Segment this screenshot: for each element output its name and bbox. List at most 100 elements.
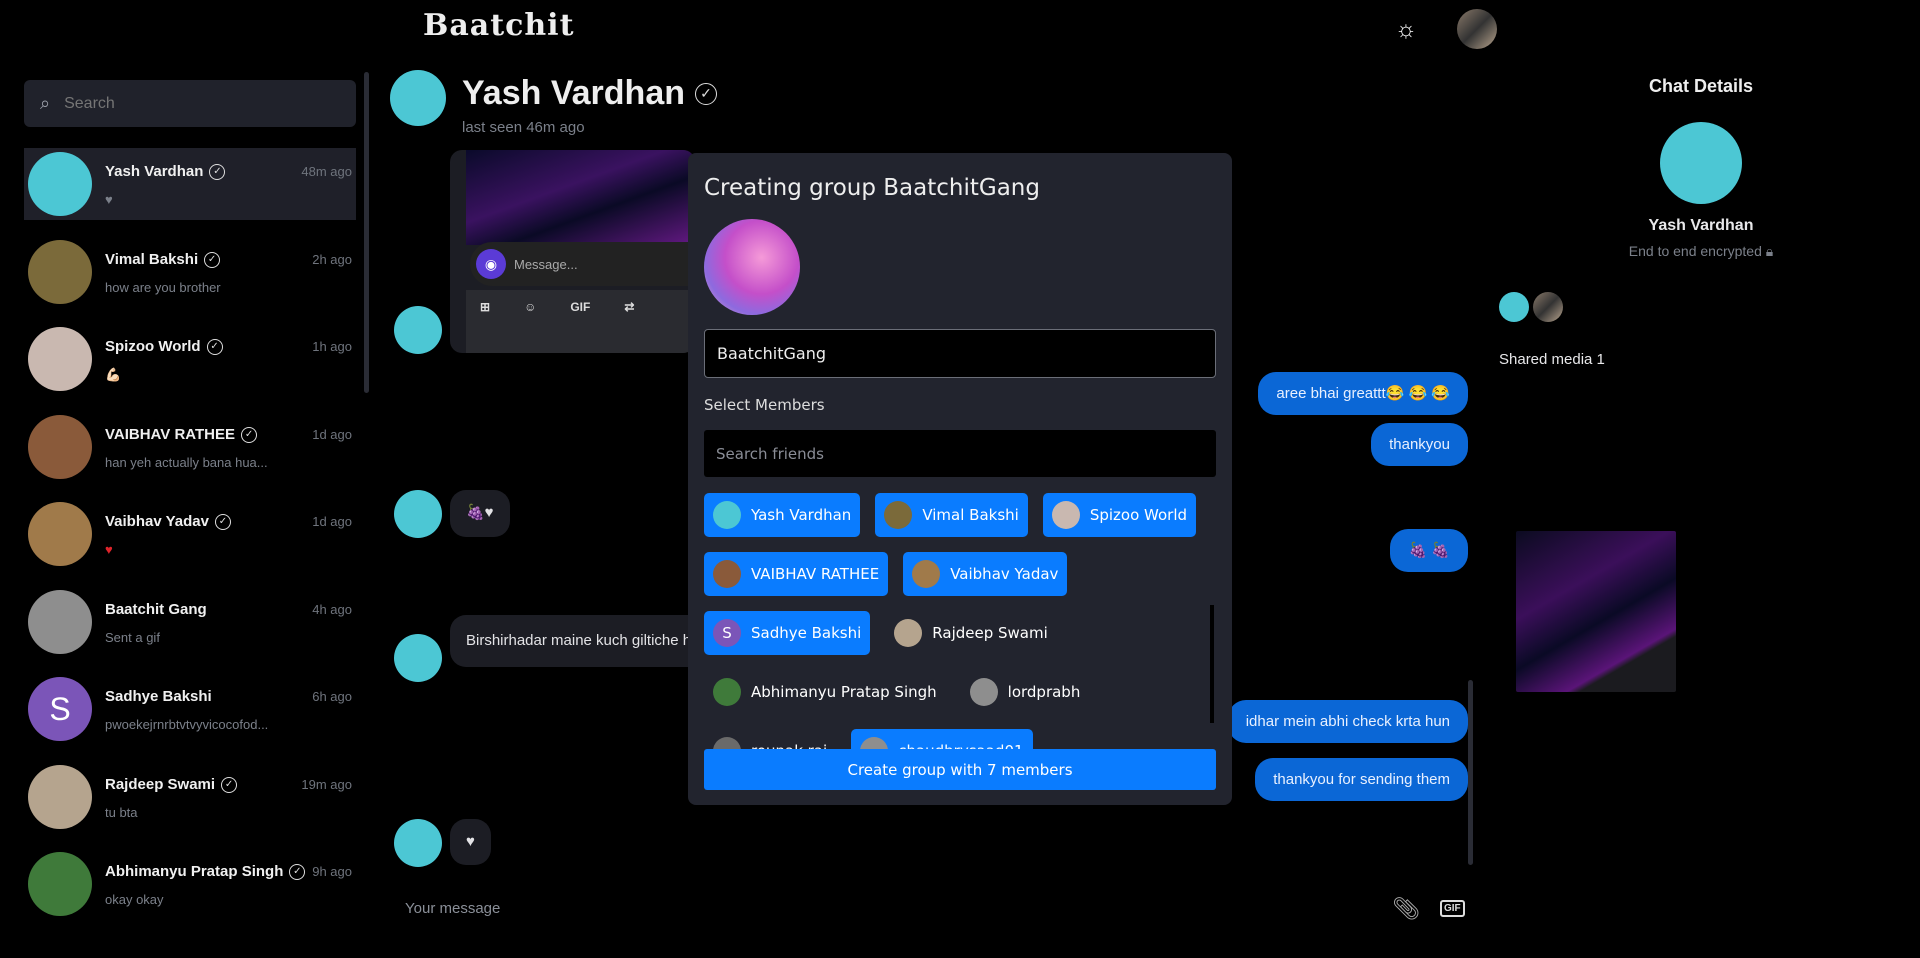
avatar (28, 502, 92, 566)
chat-list-item[interactable]: Vaibhav Yadav ✓ ♥ 1d ago (24, 498, 356, 586)
search-icon: ⌕ (40, 93, 51, 113)
member-chip[interactable]: Yash Vardhan (704, 493, 861, 537)
chat-time: 19m ago (301, 776, 352, 792)
avatar-letter: S (49, 690, 71, 727)
member-chip[interactable]: S Sadhye Bakshi (704, 611, 871, 655)
member-chip[interactable]: Abhimanyu Pratap Singh (704, 670, 946, 714)
member-avatar (1499, 292, 1529, 322)
sidebar-search[interactable]: ⌕ (24, 80, 356, 127)
chat-preview: 💪🏻 (105, 367, 122, 382)
sender-avatar (394, 306, 442, 354)
verified-icon: ✓ (241, 426, 258, 443)
member-chip[interactable]: Vaibhav Yadav (903, 552, 1068, 596)
encryption-text: End to end encrypted (1628, 243, 1762, 259)
member-chip[interactable]: Spizoo World (1042, 493, 1197, 537)
member-avatar (1051, 501, 1080, 529)
key: ⊞ (480, 300, 491, 314)
chat-list-item[interactable]: Baatchit Gang Sent a gif 4h ago (24, 586, 356, 674)
last-seen: last seen 46m ago (462, 119, 585, 136)
app-logo[interactable]: Baatchit (423, 8, 574, 43)
member-chip[interactable]: Rajdeep Swami (885, 611, 1056, 655)
chat-preview: okay okay (105, 892, 164, 907)
chat-list-item[interactable]: VAIBHAV RATHEE ✓ han yeh actually bana hu… (24, 411, 356, 499)
chat-list-item[interactable]: Rajdeep Swami ✓ tu bta 19m ago (24, 761, 356, 849)
member-avatar (713, 501, 741, 529)
chat-name: Vimal Bakshi (105, 250, 199, 268)
member-chip[interactable]: VAIBHAV RATHEE (704, 552, 889, 596)
verified-icon: ✓ (214, 514, 231, 530)
verified-icon: ✓ (206, 339, 223, 355)
chat-time: 1h ago (312, 339, 352, 354)
chat-preview: tu bta (105, 804, 138, 820)
image-keyboard: ⊞ ☺ GIF ⇄ (466, 290, 695, 353)
member-avatar (1533, 292, 1563, 322)
chat-preview: how are you brother (105, 279, 221, 295)
chat-preview: pwoekejrnrbtvtvyvicocofod... (105, 717, 269, 732)
message-outgoing: idhar mein abhi check krta hun (1227, 700, 1468, 743)
chat-list-item[interactable]: S Sadhye Bakshi pwoekejrnrbtvtvyvicocofo… (24, 673, 356, 761)
member-avatar: S (713, 619, 741, 647)
chat-list-item[interactable]: Abhimanyu Pratap Singh ✓ okay okay 9h ago (24, 848, 356, 936)
shared-media-thumbnail[interactable] (1516, 531, 1676, 692)
search-friends-input[interactable] (704, 430, 1216, 477)
chat-scrollbar[interactable] (1468, 680, 1473, 865)
chat-time: 1d ago (312, 514, 352, 529)
avatar (28, 414, 92, 479)
member-name: Vaibhav Yadav (950, 565, 1059, 583)
details-name: Yash Vardhan (1648, 217, 1754, 234)
member-name: Vimal Bakshi (922, 506, 1019, 524)
message-incoming: ♥ (450, 819, 491, 865)
verified-icon: ✓ (221, 776, 238, 793)
chat-preview: han yeh actually bana hua... (105, 454, 268, 470)
chat-list-item[interactable]: Yash Vardhan ✓ ♥ 48m ago (24, 148, 356, 220)
details-members (1499, 292, 1563, 322)
search-input[interactable] (64, 94, 325, 113)
shared-media-label: Shared media 1 (1499, 351, 1605, 368)
member-chip[interactable]: Vimal Bakshi (875, 493, 1028, 537)
message-outgoing: aree bhai greattt😂 😂 😂 (1258, 372, 1468, 415)
member-avatar (713, 560, 741, 588)
verified-icon: ✓ (695, 82, 717, 105)
sun-icon[interactable]: ☼ (1392, 16, 1420, 44)
chat-preview: ♥ (105, 542, 113, 557)
sender-avatar (394, 819, 442, 867)
chat-name: Yash Vardhan (462, 74, 685, 112)
chat-preview: Sent a gif (105, 629, 160, 645)
chat-list-item[interactable]: Spizoo World ✓ 💪🏻 1h ago (24, 323, 356, 411)
create-group-button[interactable]: Create group with 7 members (704, 749, 1216, 790)
verified-icon: ✓ (209, 164, 226, 180)
group-avatar[interactable] (704, 219, 800, 315)
message-outgoing: thankyou for sending them (1255, 758, 1468, 801)
chat-header-name: Yash Vardhan ✓ (462, 74, 717, 113)
lock-icon: 🔒︎ (1765, 243, 1774, 259)
chat-time: 1d ago (312, 426, 352, 442)
modal-title: Creating group BaatchitGang (704, 175, 1040, 201)
chat-name: Yash Vardhan (105, 163, 204, 180)
paperclip-icon[interactable]: 📎︎ (1392, 896, 1420, 922)
members-scrollbar[interactable] (1210, 605, 1214, 723)
chat-header-avatar[interactable] (390, 70, 446, 126)
message-input[interactable]: Your message (405, 900, 500, 917)
image-message[interactable]: ◉ Message... ⊞ ☺ GIF ⇄ (450, 150, 695, 353)
member-chip[interactable]: lordprabh (961, 670, 1090, 714)
image-placeholder: Message... (514, 256, 578, 272)
message-outgoing: 🍇 🍇 (1390, 529, 1468, 572)
gif-icon[interactable]: GIF (1440, 900, 1465, 917)
select-members-label: Select Members (704, 396, 825, 414)
group-name-input[interactable] (704, 329, 1216, 378)
sidebar-scrollbar[interactable] (364, 72, 369, 393)
chat-list-item[interactable]: Vimal Bakshi ✓ how are you brother 2h ago (24, 236, 356, 324)
chat-name: Sadhye Bakshi (105, 688, 212, 705)
avatar (28, 327, 92, 391)
chat-time: 2h ago (312, 251, 352, 267)
avatar-letter: S (722, 624, 732, 642)
member-avatar (969, 678, 998, 706)
user-avatar[interactable] (1457, 9, 1497, 49)
member-name: Yash Vardhan (751, 506, 852, 524)
encryption-status: End to end encrypted 🔒︎ (1580, 243, 1822, 260)
avatar (28, 764, 92, 829)
avatar (28, 589, 92, 654)
member-name: Abhimanyu Pratap Singh (751, 683, 937, 701)
chat-time: 6h ago (312, 689, 352, 704)
avatar (28, 152, 92, 216)
